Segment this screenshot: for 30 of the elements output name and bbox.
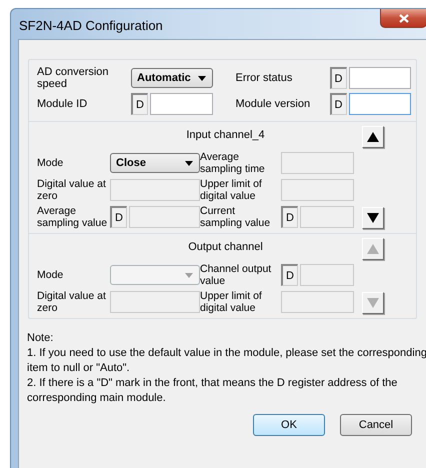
field-label: Channel output value xyxy=(200,263,272,287)
field-label: Module version xyxy=(236,98,312,110)
register-prefix: D xyxy=(281,206,298,228)
dropdown[interactable]: Close xyxy=(110,153,200,173)
field-label: Digital value at zero xyxy=(37,290,107,314)
window-title: SF2N-4AD Configuration xyxy=(18,17,163,33)
register-prefix: D xyxy=(330,93,346,115)
field-label: Mode xyxy=(37,157,64,169)
field-label: Error status xyxy=(236,72,294,84)
field-label: Upper limit of digital value xyxy=(200,178,263,202)
field-label: AD conversion speed xyxy=(37,66,110,90)
dialog-button[interactable]: Cancel xyxy=(340,414,412,436)
field-label: Average sampling value xyxy=(37,205,108,229)
register-prefix: D xyxy=(330,67,346,89)
section-title: Input channel_4 xyxy=(185,128,266,142)
dropdown[interactable]: Automatic xyxy=(131,68,213,88)
field-label: Current sampling value xyxy=(200,205,272,229)
note-title: Note: xyxy=(27,331,54,346)
note-text: 2. If there is a "D" mark in the front, that means the D register address of the corresponding main module. xyxy=(27,376,398,406)
field-label: Digital value at zero xyxy=(37,178,107,202)
dialog-button[interactable]: OK xyxy=(253,414,325,436)
field-label: Upper limit of digital value xyxy=(200,290,263,314)
field-label: Module ID xyxy=(37,98,88,110)
field-label: Average sampling time xyxy=(200,151,266,175)
field-label: Mode xyxy=(37,269,64,281)
register-prefix: D xyxy=(110,206,127,228)
register-prefix: D xyxy=(281,264,298,286)
register-prefix: D xyxy=(131,93,148,115)
section-title: Output channel xyxy=(187,240,264,254)
note-text: 1. If you need to use the default value in the module, please set the corresponding item to null or "Auto". xyxy=(27,346,426,376)
